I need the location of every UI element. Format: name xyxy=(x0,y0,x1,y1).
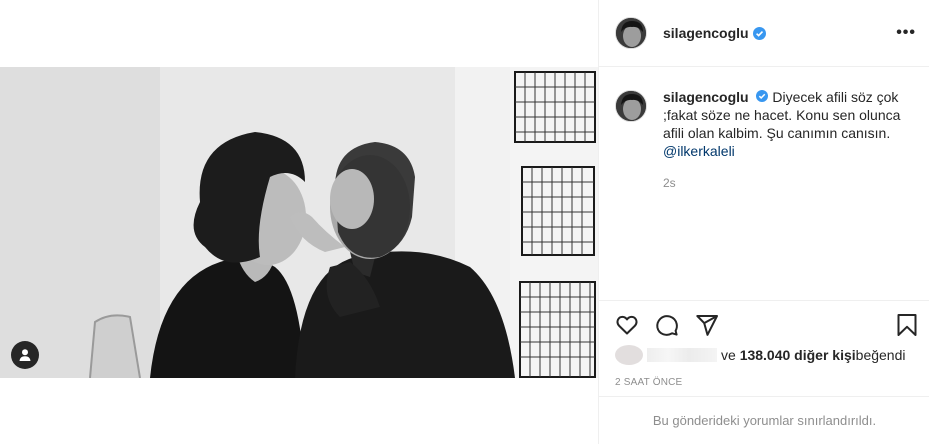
liker-avatar[interactable] xyxy=(615,345,643,365)
post-caption: silagencoglu Diyecek afili söz çok ;faka… xyxy=(615,88,915,192)
likes-summary: ve 138.040 diğer kişi beğendi xyxy=(615,345,905,365)
comments-limited-notice: Bu gönderideki yorumlar sınırlandırıldı. xyxy=(599,396,929,444)
heart-icon[interactable] xyxy=(615,313,639,337)
verified-badge-icon xyxy=(752,26,766,40)
comment-icon[interactable] xyxy=(655,313,679,337)
verified-badge-icon xyxy=(756,90,769,102)
action-bar xyxy=(599,300,929,344)
post-media-pane xyxy=(0,0,598,444)
bookmark-icon[interactable] xyxy=(895,313,919,337)
tagged-users-button[interactable] xyxy=(11,341,39,369)
author-username[interactable]: silagencoglu xyxy=(663,25,749,41)
avatar-image xyxy=(616,18,646,48)
likes-count-link[interactable]: 138.040 diğer kişi xyxy=(740,347,856,363)
avatar-image xyxy=(616,91,646,121)
user-tag-icon xyxy=(19,349,31,361)
post-header: silagencoglu ••• xyxy=(599,0,929,67)
likes-prefix: ve xyxy=(721,347,736,363)
caption-avatar[interactable] xyxy=(615,90,647,122)
likes-suffix: beğendi xyxy=(855,347,906,363)
share-icon[interactable] xyxy=(695,313,719,337)
caption-username[interactable]: silagencoglu xyxy=(663,89,749,105)
post-side-pane: silagencoglu ••• silagencoglu Diyecek af… xyxy=(598,0,929,444)
photo-image xyxy=(0,67,598,378)
more-options-button[interactable]: ••• xyxy=(896,24,916,42)
post-photo[interactable] xyxy=(0,67,598,378)
liker-name-redacted xyxy=(647,348,717,362)
author-avatar[interactable] xyxy=(615,17,647,49)
caption-timestamp[interactable]: 2s xyxy=(663,174,913,192)
caption-body: silagencoglu Diyecek afili söz çok ;faka… xyxy=(663,88,913,192)
caption-mention-link[interactable]: @ilkerkaleli xyxy=(663,143,735,159)
post-date[interactable]: 2 SAAT ÖNCE xyxy=(615,377,682,388)
